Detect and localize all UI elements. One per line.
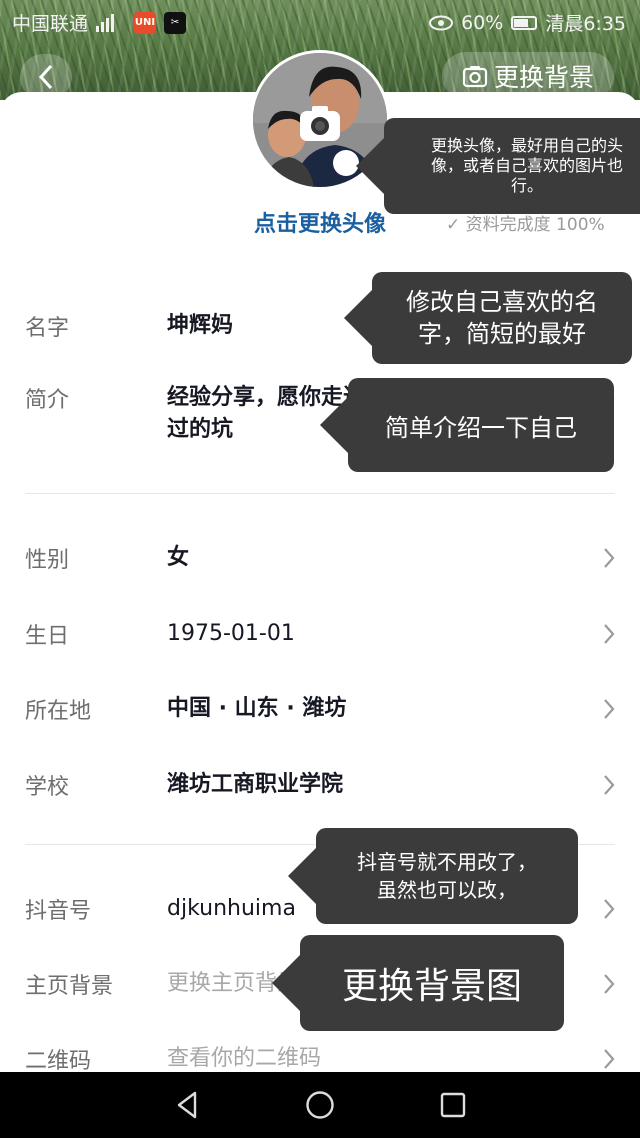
field-value-location: 中国 · 山东 · 潍坊 [167,696,347,721]
clock: 清晨6:35 [545,13,626,35]
callout-douyin-id-tip-line1: 抖音号就不用改了， [357,850,537,874]
chevron-right-icon [604,974,615,994]
chevron-right-icon [604,624,615,644]
camera-icon [462,66,488,88]
back-triangle-icon[interactable] [170,1088,204,1122]
callout-background-tip: 更换背景图 [272,935,564,1031]
system-navigation-bar [0,1072,640,1138]
chevron-right-icon [604,1049,615,1069]
callout-bio-tip-text: 简单介绍一下自己 [385,413,577,442]
capcut-notification-icon: ✂ [164,11,187,34]
carrier-label: 中国联通 [12,13,89,35]
field-label-homepage-background: 主页背景 [25,974,114,999]
field-label-bio: 简介 [25,388,70,413]
callout-name-tip: 修改自己喜欢的名 字，简短的最好 [344,272,632,364]
camera-icon [300,106,340,141]
chevron-right-icon [604,775,615,795]
callout-name-tip-line2: 字，简短的最好 [418,320,586,348]
battery-percent: 60% [461,11,504,34]
callout-background-tip-text: 更换背景图 [341,966,522,1007]
callout-avatar-tip: 更换头像，最好用自己的头像，或者自己喜欢的图片也行。 [356,118,640,214]
field-value-school: 潍坊工商职业学院 [167,772,344,797]
avatar-camera-button[interactable] [297,100,343,146]
callout-avatar-tip-text: 更换头像，最好用自己的头像，或者自己喜欢的图片也行。 [430,136,623,195]
field-label-qrcode: 二维码 [25,1049,92,1074]
section-divider [25,493,615,494]
field-label-birthday: 生日 [25,624,70,649]
chevron-right-icon [604,899,615,919]
field-label-name: 名字 [25,316,70,341]
app-notification-icon: UNI [134,11,157,34]
chevron-left-icon [38,64,53,90]
callout-douyin-id-tip-line2: 虽然也可以改， [377,878,517,902]
callout-bio-tip: 简单介绍一下自己 [320,378,614,472]
field-label-gender: 性别 [25,548,70,573]
field-value-birthday: 1975-01-01 [167,621,295,646]
home-circle-icon[interactable] [303,1088,337,1122]
status-right: 60% 清晨6:35 [429,9,626,36]
status-bar: 中国联通 UNI ✂ 60% 清晨6:35 [0,0,640,44]
status-left: 中国联通 UNI ✂ [12,9,187,36]
eye-icon [429,15,454,30]
chevron-right-icon [604,548,615,568]
field-value-gender: 女 [167,545,190,570]
battery-icon [511,15,538,30]
recents-square-icon[interactable] [436,1088,470,1122]
change-background-label: 更换背景 [493,63,594,92]
callout-name-tip-line1: 修改自己喜欢的名 [406,288,598,316]
signal-icon [96,13,115,32]
field-label-douyin-id: 抖音号 [25,899,92,924]
field-label-school: 学校 [25,775,70,800]
callout-douyin-id-tip: 抖音号就不用改了， 虽然也可以改， [288,828,578,924]
field-value-qrcode: 查看你的二维码 [167,1046,322,1071]
chevron-right-icon [604,699,615,719]
field-label-location: 所在地 [25,699,92,724]
